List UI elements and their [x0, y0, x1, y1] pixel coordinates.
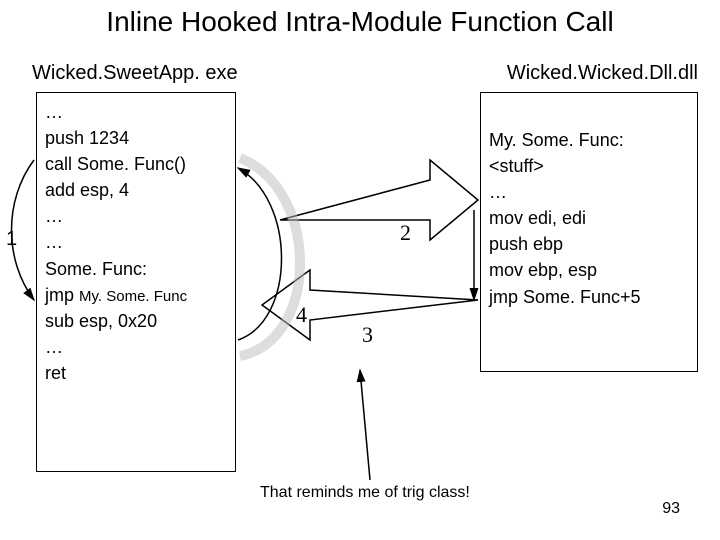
arrow-2: [280, 160, 478, 240]
step-1-label: 1: [6, 228, 17, 251]
slide-title: Inline Hooked Intra-Module Function Call: [0, 6, 720, 38]
right-code-box: My. Some. Func: <stuff> … mov edi, edi p…: [480, 92, 698, 372]
code-line: push ebp: [489, 231, 689, 257]
code-line: …: [489, 179, 689, 205]
arrow-3: [262, 270, 478, 340]
code-line: ret: [45, 360, 227, 386]
step-3-label: 3: [362, 322, 373, 347]
code-line: My. Some. Func:: [489, 127, 689, 153]
code-line: …: [45, 99, 227, 125]
code-line: mov ebp, esp: [489, 257, 689, 283]
right-module-label: Wicked.Wicked.Dll.dll: [507, 62, 698, 85]
code-line: call Some. Func(): [45, 151, 227, 177]
code-line: sub esp, 0x20: [45, 308, 227, 334]
code-line: push 1234: [45, 125, 227, 151]
code-line: <stuff>: [489, 153, 689, 179]
code-line: …: [45, 229, 227, 255]
left-code-box: … push 1234 call Some. Func() add esp, 4…: [36, 92, 236, 472]
code-line: jmp Some. Func+5: [489, 284, 689, 310]
caption-text: That reminds me of trig class!: [260, 484, 470, 502]
step-2-label: 2: [400, 220, 411, 245]
step-4-label: 4: [296, 302, 307, 327]
code-line: …: [45, 334, 227, 360]
code-line: …: [45, 203, 227, 229]
left-module-label: Wicked.SweetApp. exe: [32, 62, 238, 85]
code-line: jmp My. Some. Func: [45, 282, 227, 308]
code-line: mov edi, edi: [489, 205, 689, 231]
code-line: add esp, 4: [45, 177, 227, 203]
code-line: Some. Func:: [45, 256, 227, 282]
page-number: 93: [662, 500, 680, 518]
